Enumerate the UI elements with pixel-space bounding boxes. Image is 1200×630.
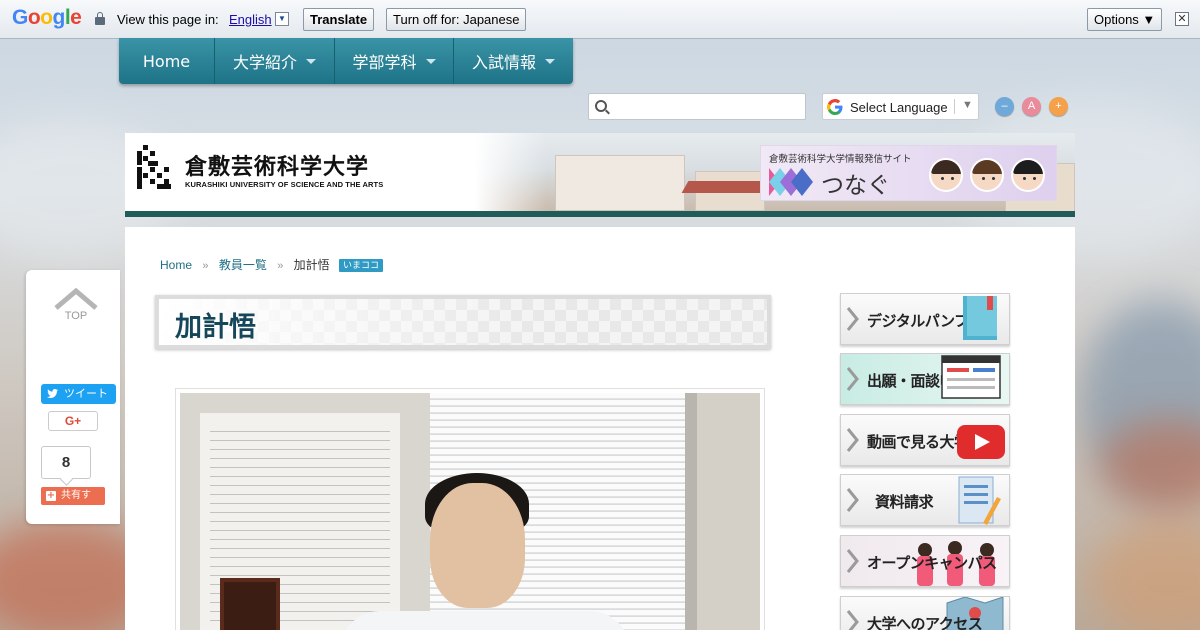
language-select[interactable]: Select Language ▼ [822, 93, 979, 120]
application-banner[interactable]: 出願・面談申込 [840, 353, 1010, 405]
translate-button[interactable]: Translate [303, 8, 375, 31]
header-strip [125, 211, 1075, 217]
share-button[interactable]: + 共有す [41, 487, 105, 505]
faculty-photo [180, 393, 760, 630]
font-size-reset-button[interactable]: A [1022, 97, 1041, 116]
language-dropdown-icon[interactable]: ▼ [275, 12, 289, 26]
plus-icon: + [46, 490, 56, 501]
digital-pamphlet-banner[interactable]: デジタルパンフ [840, 293, 1010, 345]
access-banner[interactable]: 大学へのアクセス [840, 596, 1010, 630]
view-page-in-label: View this page in: [117, 12, 219, 27]
lock-icon [95, 12, 105, 25]
tweet-label: ツイート [64, 388, 108, 400]
site-header: 倉敷芸術科学大学 KURASHIKI UNIVERSITY OF SCIENCE… [125, 133, 1075, 217]
page-title: 加計悟 [175, 312, 256, 343]
turn-off-button[interactable]: Turn off for: Japanese [386, 8, 527, 31]
divider [954, 99, 955, 114]
faculty-photo-frame [175, 388, 765, 630]
close-icon[interactable]: ✕ [1175, 12, 1189, 26]
chevron-right-icon [846, 549, 859, 573]
search-box [588, 93, 806, 120]
language-select-label: Select Language [850, 100, 948, 115]
play-icon [957, 425, 1005, 459]
banner-label: 動画で見る大学 [867, 433, 969, 451]
caret-down-icon [545, 58, 555, 64]
google-plus-button[interactable]: G+ [48, 411, 98, 431]
university-name-english: KURASHIKI UNIVERSITY OF SCIENCE AND THE … [185, 180, 384, 189]
share-count: 8 [41, 446, 91, 479]
nav-item-admissions[interactable]: 入試情報 [454, 38, 573, 84]
breadcrumb-separator: » [277, 260, 284, 272]
options-button[interactable]: Options ▼ [1087, 8, 1163, 31]
header-building [555, 155, 685, 211]
share-label: 共有す [61, 490, 91, 501]
nav-item-faculties[interactable]: 学部学科 [335, 38, 454, 84]
share-panel: TOP ツイート G+ 8 + 共有す [26, 270, 120, 524]
caret-down-icon [425, 58, 436, 64]
tsunagu-caption: 倉敷芸術科学大学情報発信サイト [769, 154, 912, 165]
book-icon [963, 296, 997, 340]
search-icon [595, 100, 607, 112]
back-to-top-label[interactable]: TOP [26, 310, 126, 322]
nav-item-home[interactable]: Home [119, 38, 215, 84]
breadcrumb-home[interactable]: Home [160, 258, 192, 272]
tsunagu-mark-icon [769, 168, 813, 196]
university-logo-icon[interactable] [137, 145, 177, 189]
breadcrumb: Home » 教員一覧 » 加計悟 いまココ [160, 256, 384, 273]
back-to-top-icon[interactable] [54, 288, 98, 310]
tweet-button[interactable]: ツイート [41, 384, 116, 404]
request-materials-banner[interactable]: 資料請求 [840, 474, 1010, 526]
caret-down-icon [306, 58, 316, 64]
breadcrumb-faculty-list[interactable]: 教員一覧 [219, 258, 267, 272]
nav-item-label: Home [142, 51, 191, 71]
student-avatar [1011, 158, 1045, 192]
tsunagu-title: つなぐ [821, 173, 890, 199]
video-banner[interactable]: 動画で見る大学 [840, 414, 1010, 466]
browser-window-icon [941, 355, 1001, 399]
university-name[interactable]: 倉敷芸術科学大学 [185, 149, 369, 181]
nav-item-label: 入試情報 [471, 53, 536, 72]
student-avatar [970, 158, 1004, 192]
chevron-right-icon [846, 610, 859, 630]
nav-item-label: 大学紹介 [232, 53, 297, 72]
page-title-box: 加計悟 [155, 295, 771, 349]
chevron-down-icon: ▼ [962, 99, 973, 111]
chevron-right-icon [846, 367, 859, 391]
main-content: Home » 教員一覧 » 加計悟 いまココ 加計悟 デジタルパンフ 出願・面談… [125, 227, 1075, 630]
nav-item-label: 学部学科 [352, 53, 417, 72]
breadcrumb-separator: » [202, 260, 209, 272]
font-size-decrease-button[interactable]: – [995, 97, 1014, 116]
current-location-badge: いまココ [339, 259, 384, 272]
search-input[interactable] [613, 96, 801, 117]
google-logo: Google [12, 6, 82, 29]
open-campus-banner[interactable]: オープンキャンパス [840, 535, 1010, 587]
student-avatar [929, 158, 963, 192]
font-size-increase-button[interactable]: + [1049, 97, 1068, 116]
nav-item-about[interactable]: 大学紹介 [215, 38, 335, 84]
breadcrumb-current: 加計悟 [293, 258, 330, 272]
chevron-right-icon [846, 488, 859, 512]
main-nav: Home 大学紹介 学部学科 入試情報 [119, 38, 573, 84]
banner-label: 大学へのアクセス [867, 615, 983, 630]
banner-label: デジタルパンフ [867, 312, 969, 330]
document-icon [958, 476, 1001, 525]
chevron-right-icon [846, 307, 859, 331]
chevron-right-icon [846, 428, 859, 452]
twitter-bird-icon [47, 389, 58, 398]
tsunagu-banner[interactable]: 倉敷芸術科学大学情報発信サイト つなぐ [760, 145, 1057, 201]
target-language-link[interactable]: English [229, 12, 272, 27]
background-blur [1090, 520, 1200, 630]
banner-label: オープンキャンパス [867, 554, 997, 572]
google-g-icon [827, 99, 843, 115]
banner-label: 資料請求 [875, 493, 934, 511]
google-translate-bar: Google View this page in: English ▼ Tran… [0, 0, 1200, 39]
